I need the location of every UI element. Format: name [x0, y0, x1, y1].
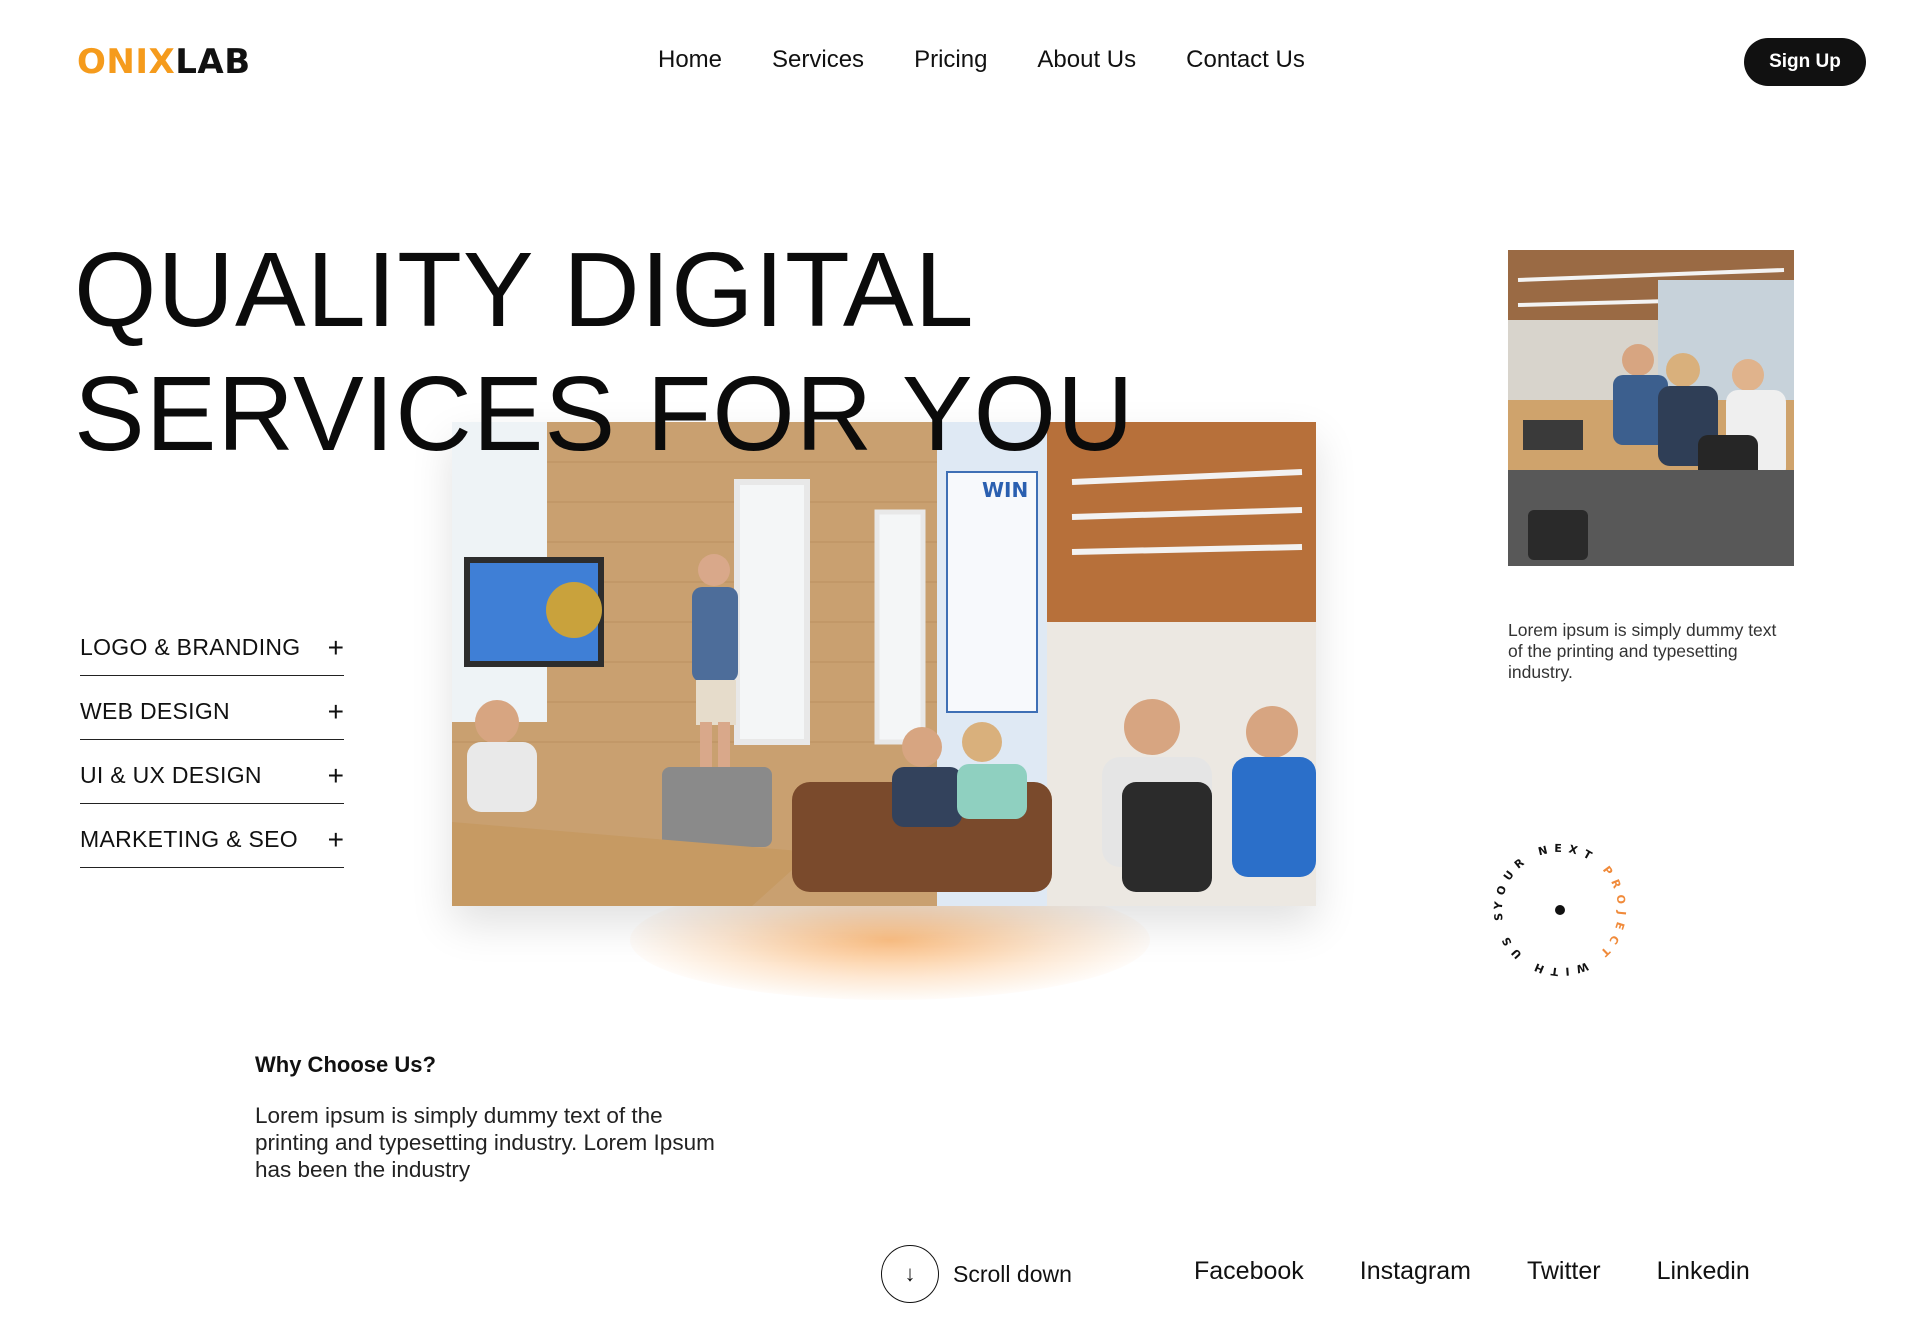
badge-text-accent: PROJECT — [1593, 864, 1628, 964]
office-presentation-image: WIN — [452, 422, 1316, 906]
badge-text-part1: YOUR NEXT — [1492, 842, 1609, 912]
badge-center-dot — [1555, 905, 1565, 915]
social-facebook[interactable]: Facebook — [1194, 1257, 1304, 1286]
start-project-badge[interactable]: YOUR NEXT PROJECT WITH US START — [1482, 832, 1638, 988]
svg-text:WIN: WIN — [982, 478, 1028, 502]
service-ui-ux-design[interactable]: UI & UX DESIGN + — [80, 740, 344, 804]
service-web-design[interactable]: WEB DESIGN + — [80, 676, 344, 740]
service-label: MARKETING & SEO — [80, 826, 298, 852]
logo-rest: LAB — [175, 42, 251, 82]
main-nav: Home Services Pricing About Us Contact U… — [658, 46, 1305, 74]
side-photo — [1508, 250, 1794, 566]
plus-icon[interactable]: + — [328, 697, 344, 726]
arrow-down-icon[interactable]: ↓ — [881, 1245, 939, 1303]
hero-title-line2: SERVICES FOR YOU — [74, 355, 1135, 473]
hero-title-line1: QUALITY DIGITAL — [74, 231, 975, 349]
sign-up-button[interactable]: Sign Up — [1744, 38, 1866, 86]
nav-home[interactable]: Home — [658, 46, 722, 74]
scroll-down-label: Scroll down — [953, 1260, 1072, 1287]
services-accordion: LOGO & BRANDING + WEB DESIGN + UI & UX D… — [80, 612, 344, 868]
nav-about-us[interactable]: About Us — [1037, 46, 1136, 74]
plus-icon[interactable]: + — [328, 825, 344, 854]
service-label: LOGO & BRANDING — [80, 634, 301, 660]
nav-pricing[interactable]: Pricing — [914, 46, 987, 74]
nav-services[interactable]: Services — [772, 46, 864, 74]
hero-photo: WIN — [452, 422, 1316, 906]
logo[interactable]: ONIXLAB — [77, 42, 251, 82]
nav-contact-us[interactable]: Contact Us — [1186, 46, 1305, 74]
side-description: Lorem ipsum is simply dummy text of the … — [1508, 619, 1777, 682]
why-choose-title: Why Choose Us? — [255, 1052, 436, 1077]
why-choose-text: Lorem ipsum is simply dummy text of the … — [255, 1103, 715, 1182]
plus-icon[interactable]: + — [328, 633, 344, 662]
service-marketing-seo[interactable]: MARKETING & SEO + — [80, 804, 344, 868]
hero-title: QUALITY DIGITAL SERVICES FOR YOU — [74, 228, 1135, 476]
office-team-image — [1508, 250, 1794, 566]
badge-text: YOUR NEXT PROJECT WITH US START — [1482, 832, 1628, 978]
service-label: UI & UX DESIGN — [80, 762, 262, 788]
service-logo-branding[interactable]: LOGO & BRANDING + — [80, 612, 344, 676]
social-twitter[interactable]: Twitter — [1527, 1257, 1601, 1286]
logo-accent: ONIX — [77, 42, 176, 82]
service-label: WEB DESIGN — [80, 698, 230, 724]
plus-icon[interactable]: + — [328, 761, 344, 790]
social-instagram[interactable]: Instagram — [1360, 1257, 1471, 1286]
scroll-down-button[interactable]: ↓ Scroll down — [881, 1245, 1072, 1303]
social-links: Facebook Instagram Twitter Linkedin — [1194, 1257, 1750, 1286]
social-linkedin[interactable]: Linkedin — [1657, 1257, 1750, 1286]
